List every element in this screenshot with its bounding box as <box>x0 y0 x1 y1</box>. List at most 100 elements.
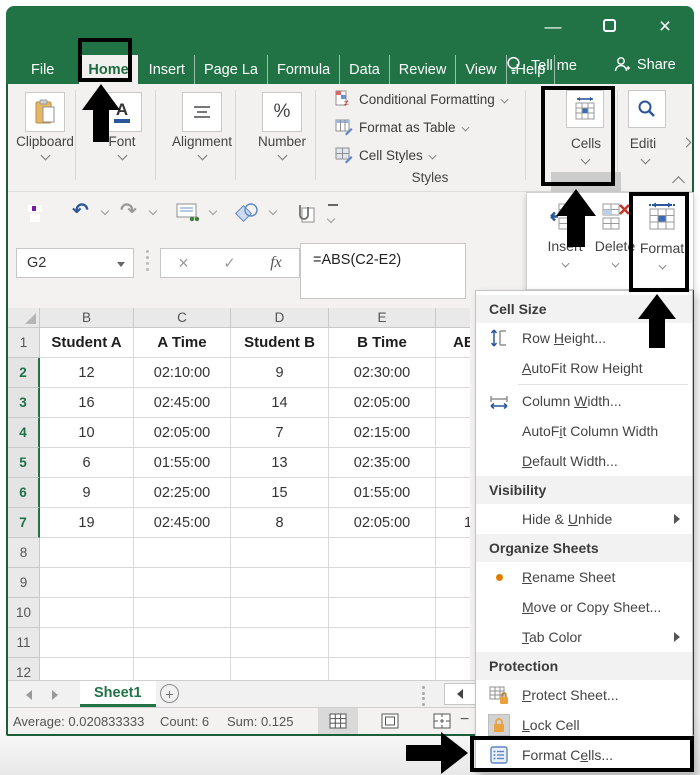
menu-item-move-copy-sheet[interactable]: Move or Copy Sheet... <box>476 592 692 622</box>
number-button[interactable]: % <box>262 92 302 132</box>
percent-icon: % <box>273 101 291 122</box>
table-row: 9 <box>8 568 470 598</box>
attach-button[interactable] <box>294 202 316 231</box>
normal-view-button[interactable] <box>318 708 358 734</box>
alignment-dialog-launcher[interactable] <box>197 150 208 161</box>
alignment-button[interactable] <box>182 92 222 132</box>
row-header[interactable]: 10 <box>8 598 40 628</box>
email-button[interactable] <box>176 202 200 229</box>
row-header[interactable]: 8 <box>8 538 40 568</box>
number-dialog-launcher[interactable] <box>277 150 288 161</box>
redo-button[interactable]: ↷ <box>120 198 137 223</box>
row-height-icon <box>487 326 511 350</box>
email-dropdown-icon[interactable] <box>208 206 218 216</box>
person-icon <box>614 57 630 72</box>
sheet-tab-sheet1[interactable]: Sheet1 <box>80 681 156 707</box>
menu-header-visibility: Visibility <box>476 476 692 504</box>
minimize-button[interactable]: — <box>542 16 564 38</box>
tell-me[interactable]: Tell me <box>506 56 577 76</box>
tab-data[interactable]: Data <box>340 55 390 85</box>
menu-item-autofit-column-width[interactable]: AutoFit Column Width <box>476 416 692 446</box>
tab-page-layout[interactable]: Page La <box>195 55 268 85</box>
tab-file[interactable]: File <box>22 55 63 85</box>
number-group-label: Number <box>257 134 306 149</box>
format-as-table-button[interactable]: Format as Table <box>335 118 470 136</box>
scroll-left-icon <box>457 689 463 699</box>
tab-review[interactable]: Review <box>390 55 457 85</box>
clipboard-dialog-launcher[interactable] <box>40 150 51 161</box>
row-header[interactable]: 3 <box>8 388 40 418</box>
name-box[interactable]: G2 <box>16 248 134 278</box>
conditional-formatting-button[interactable]: ≠ Conditional Formatting <box>335 90 509 108</box>
tab-view[interactable]: View <box>456 55 507 85</box>
share-button[interactable]: Share <box>614 56 676 73</box>
column-width-icon <box>487 389 511 413</box>
next-sheet-icon[interactable] <box>52 690 58 700</box>
row-header[interactable]: 12 <box>8 658 40 680</box>
cell-styles-button[interactable]: Cell Styles <box>335 146 437 164</box>
menu-item-rename-sheet[interactable]: Rename Sheet <box>476 562 692 592</box>
format-dropdown-menu: Cell Size Row Height... AutoFit Row Heig… <box>475 290 693 773</box>
row-header[interactable]: 2 <box>8 358 40 388</box>
column-header-d[interactable]: D <box>231 308 329 328</box>
menu-item-protect-sheet[interactable]: Protect Sheet... <box>476 680 692 710</box>
format-as-table-icon <box>335 119 353 136</box>
cell-reference: G2 <box>27 255 47 271</box>
undo-button[interactable]: ↶ <box>72 198 89 223</box>
submenu-arrow-icon <box>674 514 680 524</box>
insert-chevron-icon[interactable] <box>561 259 569 268</box>
redo-dropdown-icon[interactable] <box>148 206 158 216</box>
align-lines-icon <box>194 106 210 118</box>
menu-item-tab-color[interactable]: Tab Color <box>476 622 692 652</box>
menu-item-hide-unhide[interactable]: Hide & Unhide <box>476 504 692 534</box>
editing-button[interactable] <box>628 90 666 128</box>
rename-dot-icon <box>487 565 511 589</box>
lock-icon <box>487 713 511 737</box>
horizontal-scrollbar[interactable] <box>444 683 476 705</box>
editing-flyout-chevron-icon[interactable] <box>681 137 692 148</box>
paste-button[interactable] <box>25 92 65 132</box>
table-row: 6 9 02:25:00 15 01:55:00 <box>8 478 470 508</box>
table-row: 2 12 02:10:00 9 02:30:00 <box>8 358 470 388</box>
close-button[interactable]: × <box>654 16 676 38</box>
row-header[interactable]: 9 <box>8 568 40 598</box>
column-header-f[interactable] <box>436 308 470 328</box>
page-break-view-button[interactable] <box>422 708 462 734</box>
page-layout-view-button[interactable] <box>370 708 410 734</box>
row-header[interactable]: 1 <box>8 328 40 358</box>
menu-item-column-width[interactable]: Column Width... <box>476 386 692 416</box>
select-all-corner[interactable] <box>8 308 40 328</box>
menu-item-default-width[interactable]: Default Width... <box>476 446 692 476</box>
column-header-c[interactable]: C <box>134 308 231 328</box>
cell-styles-icon <box>335 147 353 164</box>
prev-sheet-icon[interactable] <box>26 690 32 700</box>
customize-qat-icon[interactable] <box>326 204 338 227</box>
maximize-button[interactable] <box>598 16 620 38</box>
zoom-out-icon[interactable]: − <box>460 711 469 729</box>
tab-insert[interactable]: Insert <box>140 55 195 85</box>
shapes-dropdown-icon[interactable] <box>268 206 278 216</box>
enter-icon[interactable]: ✓ <box>223 254 236 272</box>
editing-chevron-icon[interactable] <box>640 154 651 165</box>
column-header-e[interactable]: E <box>329 308 436 328</box>
cancel-icon[interactable]: × <box>178 253 189 274</box>
shapes-button[interactable] <box>234 202 260 229</box>
row-header[interactable]: 6 <box>8 478 40 508</box>
row-header[interactable]: 11 <box>8 628 40 658</box>
delete-chevron-icon[interactable] <box>611 259 619 268</box>
arrow-to-cells-button <box>556 189 596 247</box>
row-header[interactable]: 5 <box>8 448 40 478</box>
row-header[interactable]: 7 <box>8 508 40 538</box>
row-header[interactable]: 4 <box>8 418 40 448</box>
font-dialog-launcher[interactable] <box>117 150 128 161</box>
undo-dropdown-icon[interactable] <box>100 206 110 216</box>
clipboard-icon <box>35 99 55 124</box>
add-sheet-button[interactable]: + <box>160 684 179 703</box>
submenu-arrow-icon <box>674 632 680 642</box>
name-box-dropdown-icon[interactable] <box>117 262 125 267</box>
insert-function-icon[interactable]: fx <box>270 254 282 272</box>
menu-item-autofit-row-height[interactable]: AutoFit Row Height <box>476 353 692 383</box>
tab-formulas[interactable]: Formula <box>268 55 341 85</box>
formula-input[interactable]: =ABS(C2-E2) <box>300 243 466 299</box>
column-header-b[interactable]: B <box>40 308 134 328</box>
